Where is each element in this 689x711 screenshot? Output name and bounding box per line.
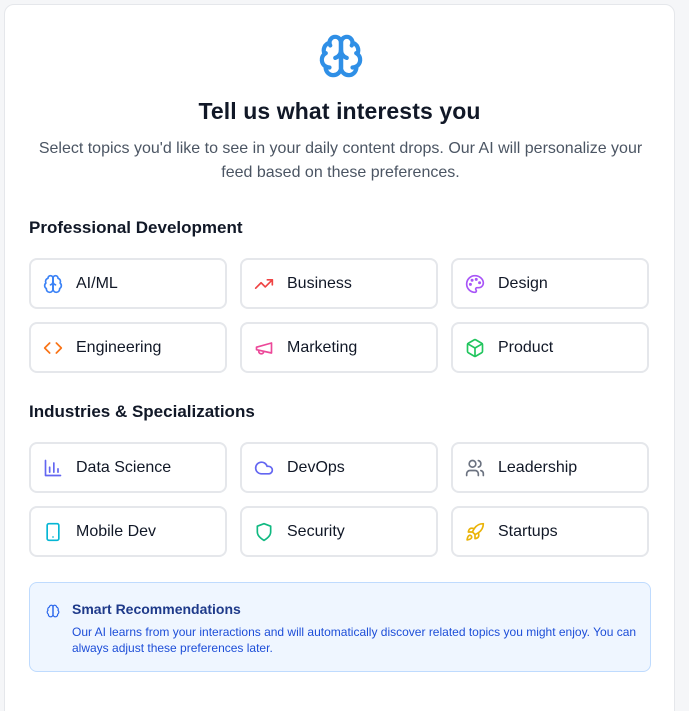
smartphone-icon	[43, 522, 63, 542]
topic-marketing[interactable]: Marketing	[240, 322, 438, 373]
topic-startups[interactable]: Startups	[451, 506, 649, 557]
bar-chart-icon	[43, 458, 63, 478]
topic-data-science[interactable]: Data Science	[29, 442, 227, 493]
shield-icon	[254, 522, 274, 542]
brain-icon	[46, 604, 60, 618]
topic-label: Security	[287, 522, 345, 540]
interests-card: Tell us what interests you Select topics…	[4, 4, 675, 711]
topic-ai-ml[interactable]: AI/ML	[29, 258, 227, 309]
topic-label: Marketing	[287, 338, 358, 356]
topic-business[interactable]: Business	[240, 258, 438, 309]
topic-label: Engineering	[76, 338, 162, 356]
topic-label: Mobile Dev	[76, 522, 157, 540]
trending-up-icon	[254, 274, 274, 294]
page-subtitle: Select topics you'd like to see in your …	[38, 140, 643, 181]
topic-label: Leadership	[498, 458, 578, 476]
topic-label: AI/ML	[76, 274, 118, 292]
brain-icon	[43, 274, 63, 294]
users-icon	[465, 458, 485, 478]
package-icon	[465, 338, 485, 358]
topic-label: Product	[498, 338, 554, 356]
topic-engineering[interactable]: Engineering	[29, 322, 227, 373]
topic-leadership[interactable]: Leadership	[451, 442, 649, 493]
topic-label: DevOps	[287, 458, 345, 476]
rocket-icon	[465, 522, 485, 542]
topic-devops[interactable]: DevOps	[240, 442, 438, 493]
info-text: Our AI learns from your interactions and…	[72, 625, 637, 655]
section-title-professional-development: Professional Development	[29, 218, 243, 237]
topic-label: Data Science	[76, 458, 172, 476]
palette-icon	[465, 274, 485, 294]
topic-product[interactable]: Product	[451, 322, 649, 373]
megaphone-icon	[254, 338, 274, 358]
topic-label: Business	[287, 274, 352, 292]
page-title: Tell us what interests you	[198, 98, 481, 124]
info-title: Smart Recommendations	[72, 601, 241, 617]
code-icon	[43, 338, 63, 358]
topic-mobile-dev[interactable]: Mobile Dev	[29, 506, 227, 557]
topic-label: Startups	[498, 522, 558, 540]
cloud-icon	[254, 458, 274, 478]
smart-recommendations-box: Smart Recommendations Our AI learns from…	[29, 582, 651, 672]
topic-security[interactable]: Security	[240, 506, 438, 557]
brain-logo-icon	[318, 33, 364, 79]
section-title-industries: Industries & Specializations	[29, 402, 255, 421]
topic-design[interactable]: Design	[451, 258, 649, 309]
topic-label: Design	[498, 274, 548, 292]
